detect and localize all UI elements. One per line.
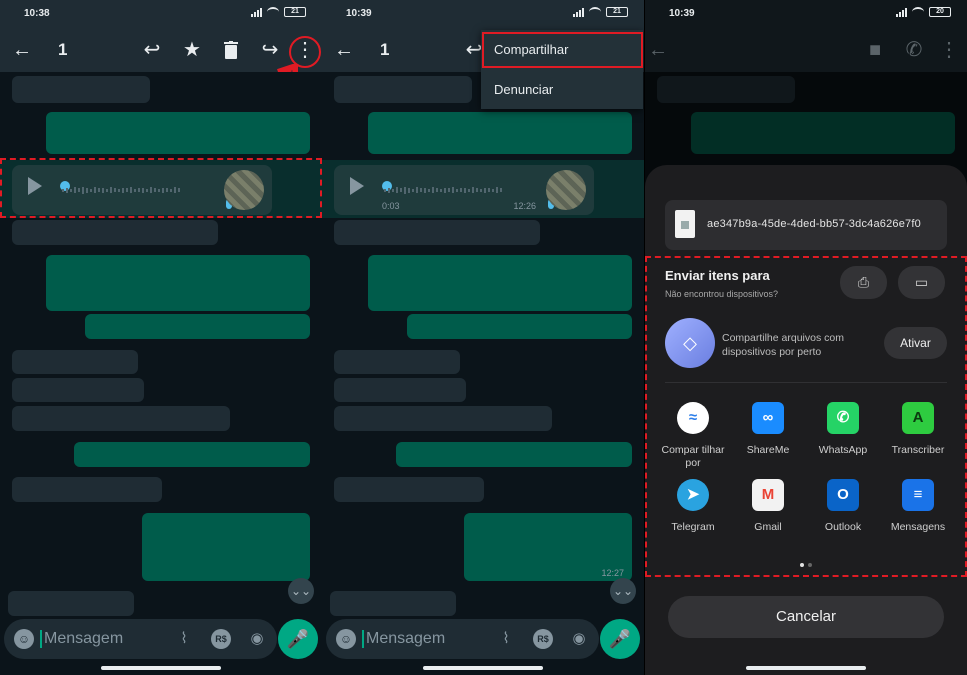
incoming-bubble[interactable] bbox=[334, 220, 540, 245]
outgoing-bubble[interactable]: 12:27 bbox=[464, 513, 632, 581]
mic-button[interactable]: 🎤 bbox=[600, 619, 640, 659]
camera-icon[interactable]: ◉ bbox=[247, 629, 267, 649]
forward-icon[interactable]: ↪ bbox=[258, 38, 282, 62]
incoming-bubble[interactable] bbox=[334, 378, 466, 402]
arrow-left-icon[interactable]: ← bbox=[10, 38, 34, 62]
arrow-left-icon[interactable]: ← bbox=[332, 38, 356, 62]
incoming-bubble[interactable] bbox=[12, 378, 144, 402]
star-icon[interactable]: ★ bbox=[180, 38, 204, 62]
incoming-bubble[interactable] bbox=[334, 76, 472, 103]
incoming-bubble[interactable] bbox=[330, 591, 456, 616]
signal-icon bbox=[896, 7, 907, 17]
chat-area: ⌄⌄ bbox=[0, 72, 322, 618]
wifi-icon bbox=[589, 7, 601, 17]
outgoing-bubble[interactable] bbox=[368, 112, 632, 154]
outgoing-bubble[interactable] bbox=[46, 255, 310, 311]
outgoing-bubble[interactable] bbox=[407, 314, 632, 339]
screen-3: 10:39 20 ← ■ ✆ ⋮ ae347b9a-45de-4ded-bb57… bbox=[645, 0, 967, 675]
battery-icon: 20 bbox=[929, 7, 951, 17]
attach-icon[interactable]: ⌇ bbox=[496, 629, 516, 649]
status-time: 10:38 bbox=[24, 8, 50, 19]
screen-2: 10:39 21 ← 1 ↩ 12:27 ⌄⌄ 0:03 12:26 Compa… bbox=[322, 0, 644, 675]
annotation-box bbox=[482, 32, 643, 68]
incoming-bubble[interactable] bbox=[12, 406, 230, 431]
status-bar: 10:39 20 bbox=[645, 0, 967, 28]
voice-elapsed: 0:03 bbox=[382, 201, 400, 211]
message-input-bar[interactable]: ☺ Mensagem ⌇ R$ ◉ bbox=[326, 619, 599, 659]
payment-icon[interactable]: R$ bbox=[211, 629, 231, 649]
incoming-bubble[interactable] bbox=[12, 477, 162, 502]
waveform bbox=[384, 185, 544, 195]
incoming-bubble[interactable] bbox=[12, 220, 218, 245]
gesture-bar bbox=[101, 666, 221, 670]
outgoing-bubble[interactable] bbox=[142, 513, 310, 581]
selected-count: 1 bbox=[380, 40, 390, 59]
outgoing-bubble[interactable] bbox=[74, 442, 310, 467]
attach-icon[interactable]: ⌇ bbox=[174, 629, 194, 649]
incoming-bubble[interactable] bbox=[8, 591, 134, 616]
file-name: ae347b9a-45de-4ded-bb57-3dc4a626e7f0 bbox=[707, 218, 921, 230]
status-bar: 10:39 21 bbox=[322, 0, 644, 28]
camera-icon[interactable]: ◉ bbox=[569, 629, 589, 649]
gesture-bar bbox=[423, 666, 543, 670]
emoji-icon[interactable]: ☺ bbox=[336, 629, 356, 649]
incoming-bubble[interactable] bbox=[12, 76, 150, 103]
scroll-down-button[interactable]: ⌄⌄ bbox=[288, 578, 314, 604]
status-time: 10:39 bbox=[669, 8, 695, 19]
signal-icon bbox=[573, 7, 584, 17]
more-vertical-icon[interactable]: ⋮ bbox=[937, 38, 961, 62]
outgoing-bubble[interactable] bbox=[368, 255, 632, 311]
battery-icon: 21 bbox=[284, 7, 306, 17]
battery-icon: 21 bbox=[606, 7, 628, 17]
incoming-bubble[interactable] bbox=[334, 350, 460, 374]
payment-icon[interactable]: R$ bbox=[533, 629, 553, 649]
menu-item-report[interactable]: Denunciar bbox=[481, 70, 643, 109]
arrow-left-icon[interactable]: ← bbox=[646, 38, 670, 62]
avatar bbox=[546, 170, 586, 210]
annotation-dashed-box bbox=[645, 256, 967, 577]
trash-icon[interactable] bbox=[219, 38, 243, 62]
voice-time: 12:26 bbox=[513, 201, 536, 211]
message-time: 12:27 bbox=[601, 568, 624, 578]
message-input[interactable]: Mensagem bbox=[40, 630, 123, 648]
wifi-icon bbox=[267, 7, 279, 17]
status-time: 10:39 bbox=[346, 8, 372, 19]
emoji-icon[interactable]: ☺ bbox=[14, 629, 34, 649]
reply-icon[interactable]: ↩ bbox=[140, 38, 164, 62]
mic-button[interactable]: 🎤 bbox=[278, 619, 318, 659]
wifi-icon bbox=[912, 7, 924, 17]
annotation-dashed-box bbox=[0, 158, 322, 218]
incoming-bubble bbox=[657, 76, 795, 103]
incoming-bubble[interactable] bbox=[334, 406, 552, 431]
chat-area: 12:27 ⌄⌄ bbox=[322, 72, 644, 618]
screen-1: 10:38 21 ← 1 ↩ ★ ↪ ⋮ ⌄⌄ ☺ Mensagem ⌇ R$ … bbox=[0, 0, 322, 675]
phone-icon[interactable]: ✆ bbox=[902, 38, 926, 62]
gesture-bar bbox=[746, 666, 866, 670]
cancel-button[interactable]: Cancelar bbox=[668, 596, 944, 638]
incoming-bubble[interactable] bbox=[334, 477, 484, 502]
message-input-bar[interactable]: ☺ Mensagem ⌇ R$ ◉ bbox=[4, 619, 277, 659]
video-call-icon[interactable]: ■ bbox=[863, 38, 887, 62]
status-bar: 10:38 21 bbox=[0, 0, 322, 28]
file-icon bbox=[675, 210, 695, 238]
outgoing-bubble bbox=[691, 112, 955, 154]
selected-count: 1 bbox=[58, 40, 68, 59]
incoming-bubble[interactable] bbox=[12, 350, 138, 374]
outgoing-bubble[interactable] bbox=[46, 112, 310, 154]
outgoing-bubble[interactable] bbox=[396, 442, 632, 467]
voice-message[interactable]: 0:03 12:26 bbox=[334, 165, 594, 215]
outgoing-bubble[interactable] bbox=[85, 314, 310, 339]
shared-file: ae347b9a-45de-4ded-bb57-3dc4a626e7f0 bbox=[665, 200, 947, 250]
signal-icon bbox=[251, 7, 262, 17]
scroll-down-button[interactable]: ⌄⌄ bbox=[610, 578, 636, 604]
chat-toolbar: ← ■ ✆ ⋮ bbox=[645, 28, 967, 72]
message-input[interactable]: Mensagem bbox=[362, 630, 445, 648]
play-icon[interactable] bbox=[350, 177, 364, 195]
